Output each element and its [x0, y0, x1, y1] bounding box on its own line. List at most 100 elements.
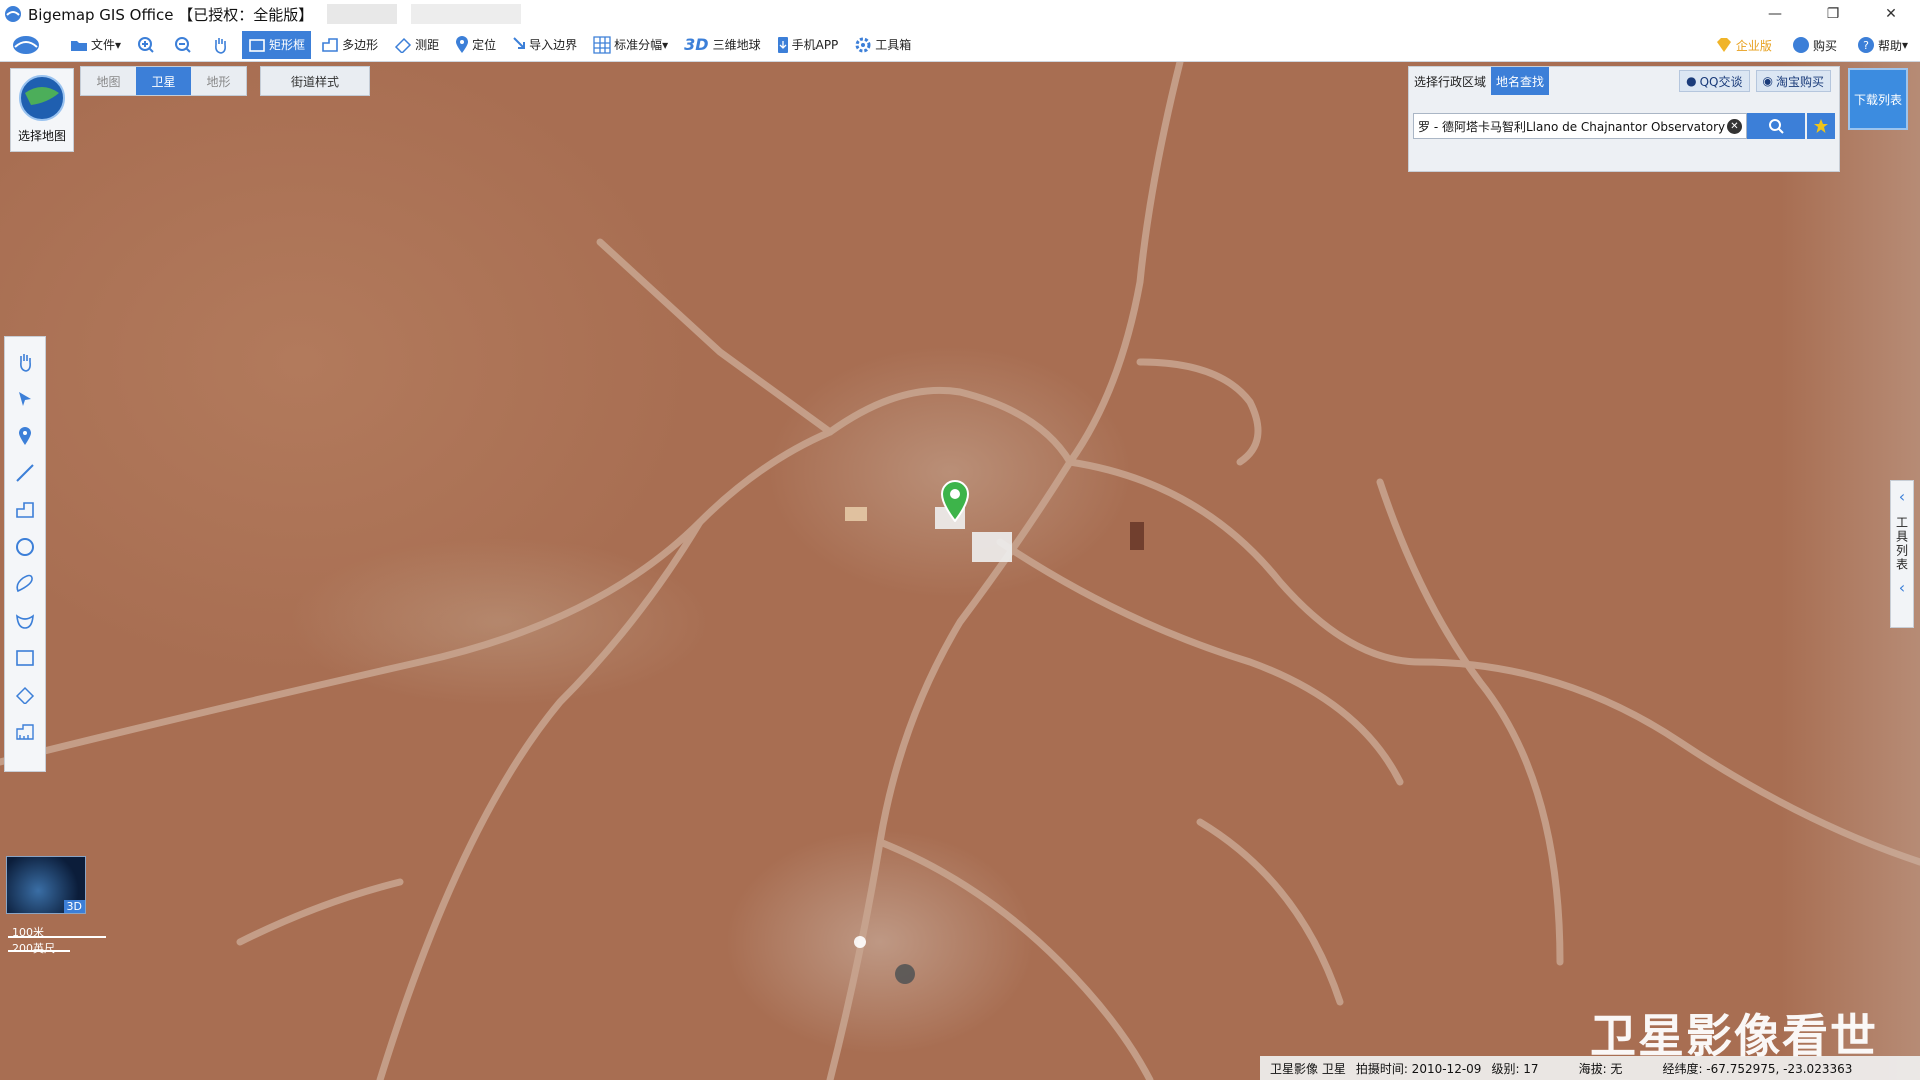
mobile-app-label: 手机APP [791, 38, 839, 52]
qq-icon: ● [1686, 74, 1697, 88]
chevron-down-icon: ▾ [662, 37, 669, 52]
drawing-toolbar [4, 336, 46, 772]
tab-place-search[interactable]: 地名查找 [1491, 67, 1550, 95]
draw-line-tool[interactable] [10, 458, 40, 488]
status-imagery: 卫星影像 卫星 [1270, 1061, 1346, 1076]
tab-select-region[interactable]: 选择行政区域 [1409, 67, 1491, 95]
title-bar: Bigemap GIS Office 【已授权：全能版】 — ❐ ✕ [0, 0, 1920, 28]
help-button[interactable]: ? 帮助 ▾ [1851, 31, 1914, 59]
polygon-icon [322, 37, 338, 52]
zoom-in-button[interactable] [131, 31, 164, 59]
ruler-icon [395, 37, 412, 53]
locate-label: 定位 [472, 38, 497, 52]
map-source-label: 选择地图 [17, 129, 66, 143]
circle-icon [16, 538, 34, 556]
toolbox-button[interactable]: 工具箱 [848, 31, 917, 59]
place-search-value: 罗 - 德阿塔卡马智利Llano de Chajnantor Observato… [1418, 119, 1726, 134]
rectangle-icon [16, 650, 34, 666]
draw-freehand-tool[interactable] [10, 569, 40, 599]
chevron-left-icon[interactable]: ‹ [1899, 578, 1905, 597]
grid-button[interactable]: 标准分幅 ▾ [587, 31, 674, 59]
map-type-satellite[interactable]: 卫星 [136, 67, 191, 95]
window-title: Bigemap GIS Office 【已授权：全能版】 [28, 5, 314, 24]
file-menu-label: 文件 [91, 38, 116, 52]
mobile-app-button[interactable]: 手机APP [771, 31, 845, 59]
file-menu[interactable]: 文件 ▾ [64, 31, 127, 59]
mini-3d-globe[interactable]: 3D [6, 856, 86, 914]
redacted-block [327, 4, 398, 24]
globe3d-button[interactable]: 3D 三维地球 [678, 31, 766, 59]
import-boundary-label: 导入边界 [529, 38, 578, 52]
location-pin-icon [19, 427, 31, 445]
buy-label: 购买 [1812, 38, 1837, 53]
map-type-terrain[interactable]: 地形 [191, 67, 246, 95]
import-icon [513, 36, 526, 49]
rectangle-select-icon [249, 38, 265, 52]
hand-icon [215, 37, 227, 54]
enterprise-button[interactable]: 企业版 [1709, 31, 1778, 59]
area-measure-icon [16, 724, 34, 740]
minimize-button[interactable]: — [1746, 0, 1804, 28]
draw-pan-tool[interactable] [10, 347, 40, 377]
location-marker-icon[interactable] [940, 480, 970, 525]
restore-button[interactable]: ❐ [1804, 0, 1862, 28]
arrow-pointer-icon [19, 392, 31, 406]
draw-point-tool[interactable] [10, 421, 40, 451]
help-label: 帮助 [1877, 38, 1902, 53]
buy-icon [1792, 37, 1809, 53]
main-toolbar: 文件 ▾ 矩形框 多边形 测距 定位 导入边界 标准分幅 ▾ 3D 三维地球 手机A… [0, 28, 1920, 62]
taobao-buy-button[interactable]: ◉ 淘宝购买 [1755, 70, 1831, 92]
tool-list-toggle[interactable]: ‹ 工具列表 ‹ [1890, 480, 1914, 628]
home-logo-icon[interactable] [8, 31, 44, 59]
curve-icon [16, 614, 34, 629]
pan-button[interactable] [205, 31, 238, 59]
search-panel: 选择行政区域 地名查找 ● QQ交谈 ◉ 淘宝购买 罗 - 德阿塔卡马智利Llano… [1408, 66, 1840, 172]
map-type-switch: 地图 卫星 地形 [80, 66, 247, 96]
draw-measure-tool[interactable] [10, 680, 40, 710]
close-button[interactable]: ✕ [1862, 0, 1920, 28]
scale-bar-imperial [8, 950, 70, 952]
import-boundary-button[interactable]: 导入边界 [506, 31, 583, 59]
measure-label: 测距 [415, 38, 440, 52]
satellite-map[interactable]: 选择地图 地图 卫星 地形 街道样式 选择行政区域 地名查找 ● QQ交谈 ◉ 淘宝… [0, 62, 1920, 1080]
draw-rectangle-tool[interactable] [10, 643, 40, 673]
folder-icon [71, 40, 87, 51]
locate-button[interactable]: 定位 [449, 31, 502, 59]
rect-select-label: 矩形框 [269, 38, 306, 52]
globe-icon [19, 75, 65, 121]
scale-bar: 100米 200英尺 [8, 920, 108, 955]
map-type-map[interactable]: 地图 [81, 67, 136, 95]
map-source-selector[interactable]: 选择地图 [10, 68, 74, 152]
map-roads [0, 62, 1920, 1080]
place-search-input[interactable]: 罗 - 德阿塔卡马智利Llano de Chajnantor Observato… [1413, 113, 1747, 139]
street-style-button[interactable]: 街道样式 [260, 66, 370, 96]
draw-curve-tool[interactable] [10, 606, 40, 636]
location-pin-icon [456, 35, 469, 53]
polygon-button[interactable]: 多边形 [315, 31, 384, 59]
draw-area-tool[interactable] [10, 717, 40, 747]
zoom-in-icon [138, 36, 154, 53]
three-d-badge: 3D [63, 900, 85, 913]
chevron-left-icon[interactable]: ‹ [1899, 487, 1905, 506]
line-icon [16, 464, 34, 482]
clear-icon[interactable]: ✕ [1727, 119, 1742, 134]
favorite-button[interactable] [1807, 113, 1835, 139]
draw-select-tool[interactable] [10, 384, 40, 414]
buy-button[interactable]: 购买 [1786, 31, 1843, 59]
draw-polygon-tool[interactable] [10, 495, 40, 525]
qq-chat-button[interactable]: ● QQ交谈 [1679, 70, 1750, 92]
help-icon: ? [1857, 37, 1874, 53]
phone-icon [777, 36, 788, 53]
search-icon [1769, 119, 1784, 134]
measure-button[interactable]: 测距 [388, 31, 445, 59]
freehand-icon [16, 574, 33, 593]
rect-select-button[interactable]: 矩形框 [242, 30, 312, 59]
three-d-icon: 3D [684, 35, 709, 54]
draw-circle-tool[interactable] [10, 532, 40, 562]
zoom-out-button[interactable] [168, 31, 201, 59]
download-list-button[interactable]: 下载列表 [1848, 68, 1908, 130]
scale-bar-metric [8, 936, 106, 938]
redacted-block [411, 4, 522, 24]
search-button[interactable] [1747, 113, 1805, 139]
status-bar: 卫星影像 卫星 拍摄时间: 2010-12-09 级别: 17 海拔: 无 经纬… [1260, 1056, 1920, 1080]
